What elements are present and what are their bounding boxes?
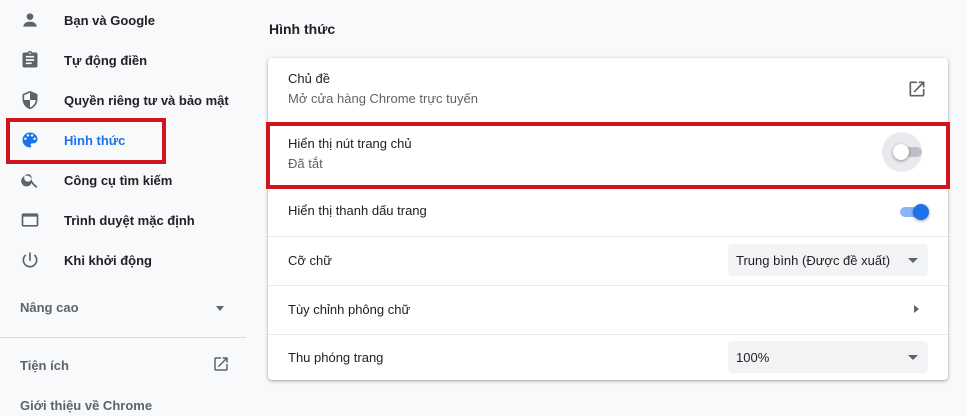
sidebar-item-label: Quyền riêng tư và bảo mật bbox=[64, 92, 229, 108]
theme-title: Chủ đề bbox=[288, 71, 330, 86]
sidebar-item-search-engine[interactable]: Công cụ tìm kiếm bbox=[0, 160, 246, 200]
chevron-down-icon bbox=[216, 306, 224, 311]
sidebar: Bạn và Google Tự động điền Quyền riêng t… bbox=[0, 0, 246, 416]
page-zoom-value: 100% bbox=[736, 350, 770, 365]
search-icon bbox=[20, 170, 40, 190]
power-icon bbox=[20, 250, 40, 270]
theme-subtitle: Mở cửa hàng Chrome trực tuyến bbox=[288, 91, 478, 106]
highlight-box-home-button bbox=[266, 122, 950, 189]
advanced-toggle[interactable]: Nâng cao bbox=[20, 300, 230, 318]
font-size-value: Trung bình (Được đề xuất) bbox=[736, 253, 891, 268]
about-chrome-label: Giới thiệu về Chrome bbox=[20, 398, 153, 413]
customize-fonts-row[interactable]: Tùy chỉnh phông chữ bbox=[268, 286, 948, 334]
page-title: Hình thức bbox=[269, 21, 336, 37]
font-size-select[interactable]: Trung bình (Được đề xuất) bbox=[728, 244, 928, 276]
theme-row[interactable]: Chủ đề Mở cửa hàng Chrome trực tuyến bbox=[268, 58, 948, 122]
chevron-right-icon bbox=[914, 305, 919, 313]
shield-icon bbox=[20, 90, 40, 110]
sidebar-item-label: Công cụ tìm kiếm bbox=[64, 172, 173, 188]
about-chrome-link[interactable]: Giới thiệu về Chrome bbox=[20, 398, 230, 413]
open-in-new-icon bbox=[212, 355, 230, 376]
sidebar-item-on-startup[interactable]: Khi khởi động bbox=[0, 240, 246, 280]
font-size-row: Cỡ chữ Trung bình (Được đề xuất) bbox=[268, 237, 948, 285]
sidebar-item-label: Tự động điền bbox=[64, 52, 148, 68]
extensions-link[interactable]: Tiện ích bbox=[20, 355, 230, 376]
advanced-label: Nâng cao bbox=[20, 300, 79, 315]
sidebar-item-autofill[interactable]: Tự động điền bbox=[0, 40, 246, 80]
bookmarks-bar-title: Hiển thị thanh dấu trang bbox=[288, 203, 427, 218]
extensions-label: Tiện ích bbox=[20, 358, 69, 373]
appearance-card: Chủ đề Mở cửa hàng Chrome trực tuyến Hiể… bbox=[268, 58, 948, 380]
sidebar-item-default-browser[interactable]: Trình duyệt mặc định bbox=[0, 200, 246, 240]
customize-fonts-title: Tùy chỉnh phông chữ bbox=[288, 302, 411, 317]
dropdown-arrow-icon bbox=[908, 355, 918, 360]
person-icon bbox=[20, 10, 40, 30]
bookmarks-bar-row[interactable]: Hiển thị thanh dấu trang bbox=[268, 188, 948, 236]
dropdown-arrow-icon bbox=[908, 258, 918, 263]
highlight-box-sidebar bbox=[6, 118, 166, 164]
font-size-title: Cỡ chữ bbox=[288, 253, 332, 268]
sidebar-item-privacy-security[interactable]: Quyền riêng tư và bảo mật bbox=[0, 80, 246, 120]
page-zoom-select[interactable]: 100% bbox=[728, 341, 928, 373]
sidebar-divider bbox=[0, 337, 246, 338]
sidebar-item-label: Bạn và Google bbox=[64, 12, 156, 28]
page-zoom-row: Thu phóng trang 100% bbox=[268, 335, 948, 380]
browser-window-icon bbox=[20, 210, 40, 230]
sidebar-item-you-and-google[interactable]: Bạn và Google bbox=[0, 0, 246, 40]
open-in-new-icon[interactable] bbox=[907, 79, 927, 104]
bookmarks-bar-toggle[interactable] bbox=[900, 204, 929, 220]
page-zoom-title: Thu phóng trang bbox=[288, 350, 384, 365]
sidebar-item-label: Khi khởi động bbox=[64, 252, 152, 268]
toggle-knob bbox=[913, 204, 929, 220]
sidebar-item-label: Trình duyệt mặc định bbox=[64, 212, 195, 228]
clipboard-icon bbox=[20, 50, 40, 70]
